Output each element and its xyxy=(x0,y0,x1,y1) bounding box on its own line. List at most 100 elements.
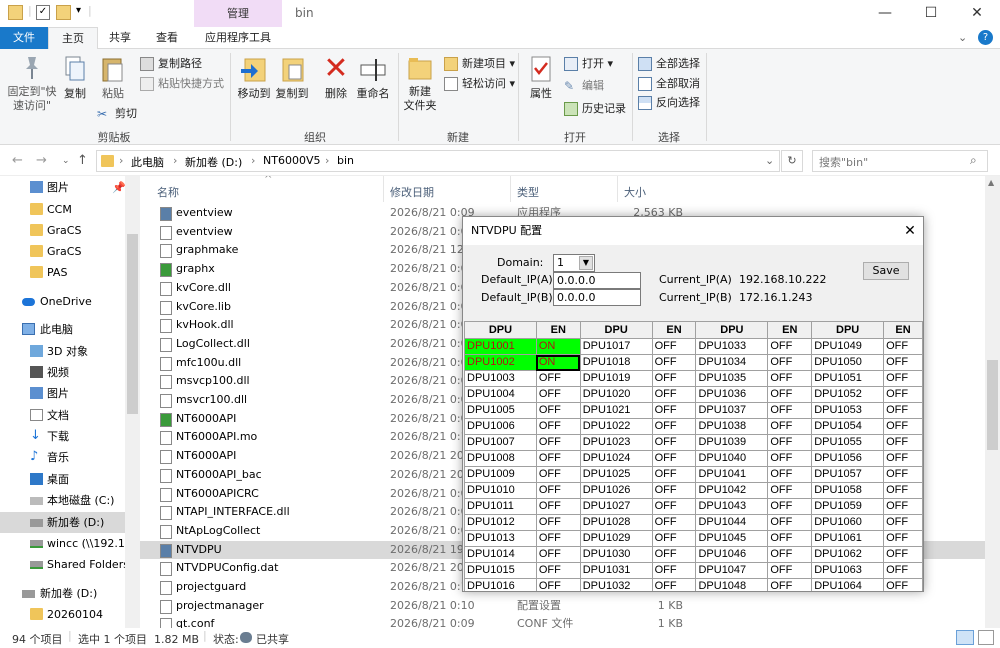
dpu-enable-cell[interactable]: OFF xyxy=(535,482,581,499)
dpu-name-cell[interactable]: DPU1036 xyxy=(695,386,769,403)
dpu-enable-cell[interactable]: OFF xyxy=(767,354,813,371)
dpu-name-cell[interactable]: DPU1061 xyxy=(811,530,885,547)
dpu-enable-cell[interactable]: OFF xyxy=(767,514,813,531)
dpu-name-cell[interactable]: DPU1052 xyxy=(811,386,885,403)
dpu-enable-cell[interactable]: OFF xyxy=(535,466,581,483)
search-input[interactable]: 搜索"bin" xyxy=(812,150,988,172)
column-separator[interactable] xyxy=(510,176,511,202)
dpu-name-cell[interactable]: DPU1009 xyxy=(464,466,537,483)
dpu-enable-cell[interactable]: OFF xyxy=(651,562,697,579)
paste-button[interactable]: 粘贴 xyxy=(96,55,130,101)
copy-to-button[interactable]: 复制到 xyxy=(274,55,310,101)
dpu-name-cell[interactable]: DPU1059 xyxy=(811,498,885,515)
dpu-enable-cell[interactable]: OFF xyxy=(883,354,923,371)
dpu-enable-cell[interactable]: OFF xyxy=(535,578,581,591)
properties-button[interactable]: 属性 xyxy=(524,55,558,101)
nav-item-pictures[interactable]: 图片 📌 xyxy=(0,177,125,198)
dpu-name-cell[interactable]: DPU1018 xyxy=(579,354,653,371)
dpu-enable-cell[interactable]: OFF xyxy=(651,498,697,515)
dpu-name-cell[interactable]: DPU1026 xyxy=(579,482,653,499)
rename-button[interactable]: 重命名 xyxy=(354,55,392,101)
dpu-enable-cell[interactable]: OFF xyxy=(535,418,581,435)
dpu-enable-cell[interactable]: OFF xyxy=(535,434,581,451)
dpu-name-cell[interactable]: DPU1021 xyxy=(579,402,653,419)
dpu-enable-cell[interactable]: OFF xyxy=(883,514,923,531)
dpu-enable-cell[interactable]: OFF xyxy=(883,338,923,355)
breadcrumb-bin[interactable]: bin xyxy=(337,154,354,167)
copy-button[interactable]: 复制 xyxy=(60,55,90,101)
dpu-name-cell[interactable]: DPU1013 xyxy=(464,530,537,547)
dpu-name-cell[interactable]: DPU1063 xyxy=(811,562,885,579)
dpu-name-cell[interactable]: DPU1057 xyxy=(811,466,885,483)
dpu-name-cell[interactable]: DPU1008 xyxy=(464,450,537,467)
dpu-enable-cell[interactable]: OFF xyxy=(883,450,923,467)
close-button[interactable]: ✕ xyxy=(954,0,1000,27)
default-ip-b-input[interactable]: 0.0.0.0 xyxy=(553,289,641,306)
dpu-name-cell[interactable]: DPU1028 xyxy=(579,514,653,531)
dpu-name-cell[interactable]: DPU1041 xyxy=(695,466,769,483)
dpu-enable-cell[interactable]: OFF xyxy=(651,514,697,531)
dpu-enable-cell[interactable]: OFF xyxy=(767,546,813,563)
nav-item-drive-c[interactable]: 本地磁盘 (C:) xyxy=(0,490,125,511)
column-header-type[interactable]: 类型 xyxy=(517,184,539,200)
dpu-name-cell[interactable]: DPU1048 xyxy=(695,578,769,591)
dpu-name-cell[interactable]: DPU1015 xyxy=(464,562,537,579)
dpu-enable-cell[interactable]: OFF xyxy=(651,482,697,499)
maximize-button[interactable]: ☐ xyxy=(908,0,954,27)
breadcrumb-drive-d[interactable]: 新加卷 (D:) xyxy=(185,154,242,170)
dpu-enable-cell[interactable]: OFF xyxy=(651,450,697,467)
dpu-name-cell[interactable]: DPU1046 xyxy=(695,546,769,563)
tab-home[interactable]: 主页 xyxy=(48,27,98,50)
dpu-name-cell[interactable]: DPU1025 xyxy=(579,466,653,483)
dpu-enable-cell[interactable]: OFF xyxy=(535,450,581,467)
nav-item-ccm[interactable]: CCM xyxy=(0,199,125,220)
domain-select[interactable]: 1 ▼ xyxy=(553,254,595,272)
nav-item-shared-folders[interactable]: Shared Folders xyxy=(0,554,125,575)
chevron-down-icon[interactable]: ▼ xyxy=(579,256,593,270)
large-icons-view-icon[interactable] xyxy=(978,630,994,645)
dpu-name-cell[interactable]: DPU1033 xyxy=(695,338,769,355)
breadcrumb-nt6000v5[interactable]: NT6000V5 xyxy=(263,154,320,167)
easy-access-button[interactable]: 轻松访问 ▾ xyxy=(442,75,515,93)
dpu-enable-cell[interactable]: OFF xyxy=(883,418,923,435)
dpu-enable-cell[interactable]: OFF xyxy=(883,546,923,563)
dpu-name-cell[interactable]: DPU1006 xyxy=(464,418,537,435)
dpu-name-cell[interactable]: DPU1047 xyxy=(695,562,769,579)
column-header-date[interactable]: 修改日期 xyxy=(390,184,434,200)
column-separator[interactable] xyxy=(617,176,618,202)
nav-item-desktop[interactable]: 桌面 xyxy=(0,469,125,490)
dpu-enable-cell[interactable]: OFF xyxy=(767,562,813,579)
dpu-enable-cell[interactable]: OFF xyxy=(651,434,697,451)
dpu-enable-cell[interactable]: OFF xyxy=(883,386,923,403)
dpu-name-cell[interactable]: DPU1024 xyxy=(579,450,653,467)
dpu-name-cell[interactable]: DPU1039 xyxy=(695,434,769,451)
dpu-enable-cell[interactable]: OFF xyxy=(767,530,813,547)
dpu-name-cell[interactable]: DPU1023 xyxy=(579,434,653,451)
paste-shortcut-button[interactable]: 粘贴快捷方式 xyxy=(138,75,224,93)
select-all-button[interactable]: 全部选择 xyxy=(636,55,700,73)
dpu-enable-cell[interactable]: OFF xyxy=(535,530,581,547)
tab-share[interactable]: 共享 xyxy=(100,27,140,49)
dpu-enable-cell[interactable]: ON xyxy=(535,354,581,371)
dpu-enable-cell[interactable]: OFF xyxy=(767,578,813,591)
nav-item-drive-d-2[interactable]: 新加卷 (D:) xyxy=(0,583,125,604)
dpu-enable-cell[interactable]: OFF xyxy=(883,402,923,419)
dpu-enable-cell[interactable]: OFF xyxy=(651,418,697,435)
cut-button[interactable]: ✂ 剪切 xyxy=(95,105,137,123)
nav-item-20260104[interactable]: 20260104 xyxy=(0,604,125,625)
dpu-enable-cell[interactable]: OFF xyxy=(883,466,923,483)
dpu-enable-cell[interactable]: OFF xyxy=(651,338,697,355)
dpu-name-cell[interactable]: DPU1038 xyxy=(695,418,769,435)
dpu-enable-cell[interactable]: OFF xyxy=(651,370,697,387)
dpu-name-cell[interactable]: DPU1062 xyxy=(811,546,885,563)
dpu-enable-cell[interactable]: OFF xyxy=(651,530,697,547)
dpu-name-cell[interactable]: DPU1035 xyxy=(695,370,769,387)
customize-quick-access-icon[interactable]: ▾ xyxy=(76,5,81,16)
pin-quick-access-button[interactable]: 固定到"快 速访问" xyxy=(4,55,60,113)
dpu-name-cell[interactable]: DPU1016 xyxy=(464,578,537,591)
dpu-enable-cell[interactable]: OFF xyxy=(767,466,813,483)
dpu-name-cell[interactable]: DPU1005 xyxy=(464,402,537,419)
dpu-name-cell[interactable]: DPU1058 xyxy=(811,482,885,499)
dpu-name-cell[interactable]: DPU1037 xyxy=(695,402,769,419)
column-header-name[interactable]: 名称 xyxy=(157,184,179,200)
